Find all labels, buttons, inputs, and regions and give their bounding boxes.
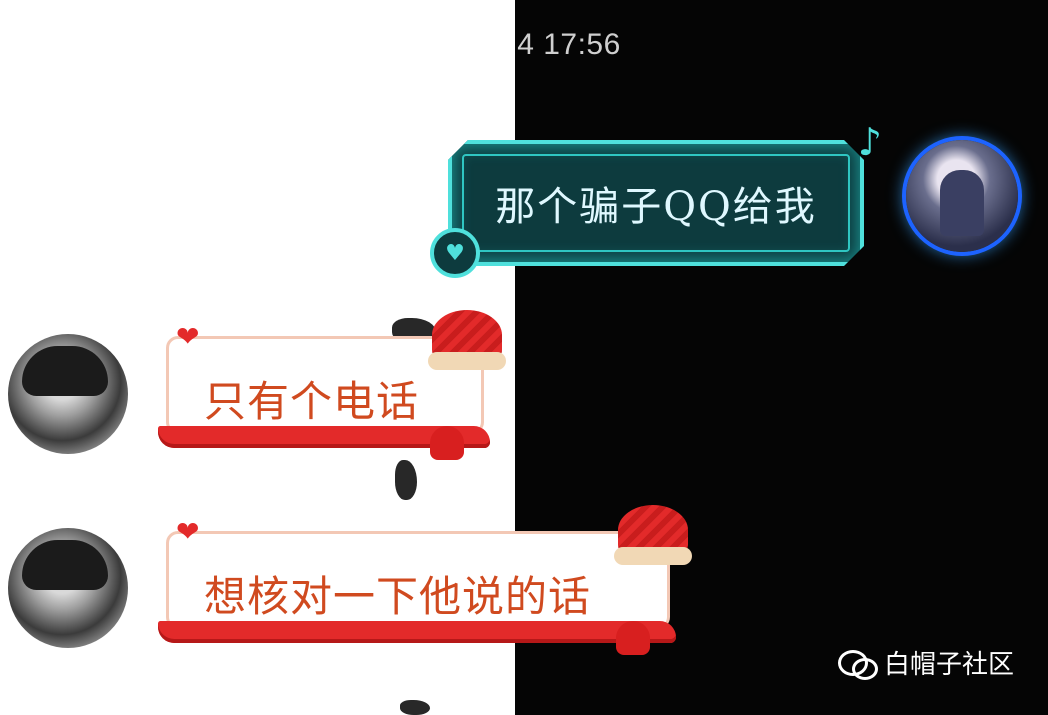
watermark: 白帽子社区 [837, 644, 1014, 681]
message-bubble-received[interactable]: 只有个电话 ❤ [158, 310, 506, 460]
chat-timestamp: 4 17:56 [517, 28, 621, 61]
message-text: 只有个电话 [204, 377, 420, 426]
bell-icon [616, 621, 650, 655]
heart-icon: ♥ [430, 228, 480, 278]
message-bubble-received[interactable]: 想核对一下他说的话 ❤ [158, 505, 692, 655]
message-text: 那个骗子QQ给我 [495, 184, 817, 230]
avatar-figure [940, 170, 984, 236]
watermark-label: 白帽子社区 [883, 650, 1014, 680]
avatar-self[interactable] [906, 140, 1018, 252]
bubble-ribbon [158, 621, 676, 643]
avatar-hair [22, 346, 108, 396]
background-brush-stroke [395, 460, 417, 500]
wechat-icon [837, 648, 878, 680]
avatar-hair [22, 540, 108, 590]
message-bubble-sent[interactable]: 那个骗子QQ给我 ♥ ♪ [430, 120, 882, 278]
message-text: 想核对一下他说的话 [204, 572, 592, 621]
background-brush-stroke [400, 700, 430, 715]
santa-hat-icon [614, 505, 692, 565]
heart-icon: ❤ [176, 515, 200, 548]
bell-icon [430, 426, 464, 460]
santa-hat-icon [428, 310, 506, 370]
music-note-icon: ♪ [857, 120, 882, 164]
heart-icon: ❤ [176, 320, 200, 353]
avatar-contact[interactable] [8, 334, 128, 454]
avatar-contact[interactable] [8, 528, 128, 648]
